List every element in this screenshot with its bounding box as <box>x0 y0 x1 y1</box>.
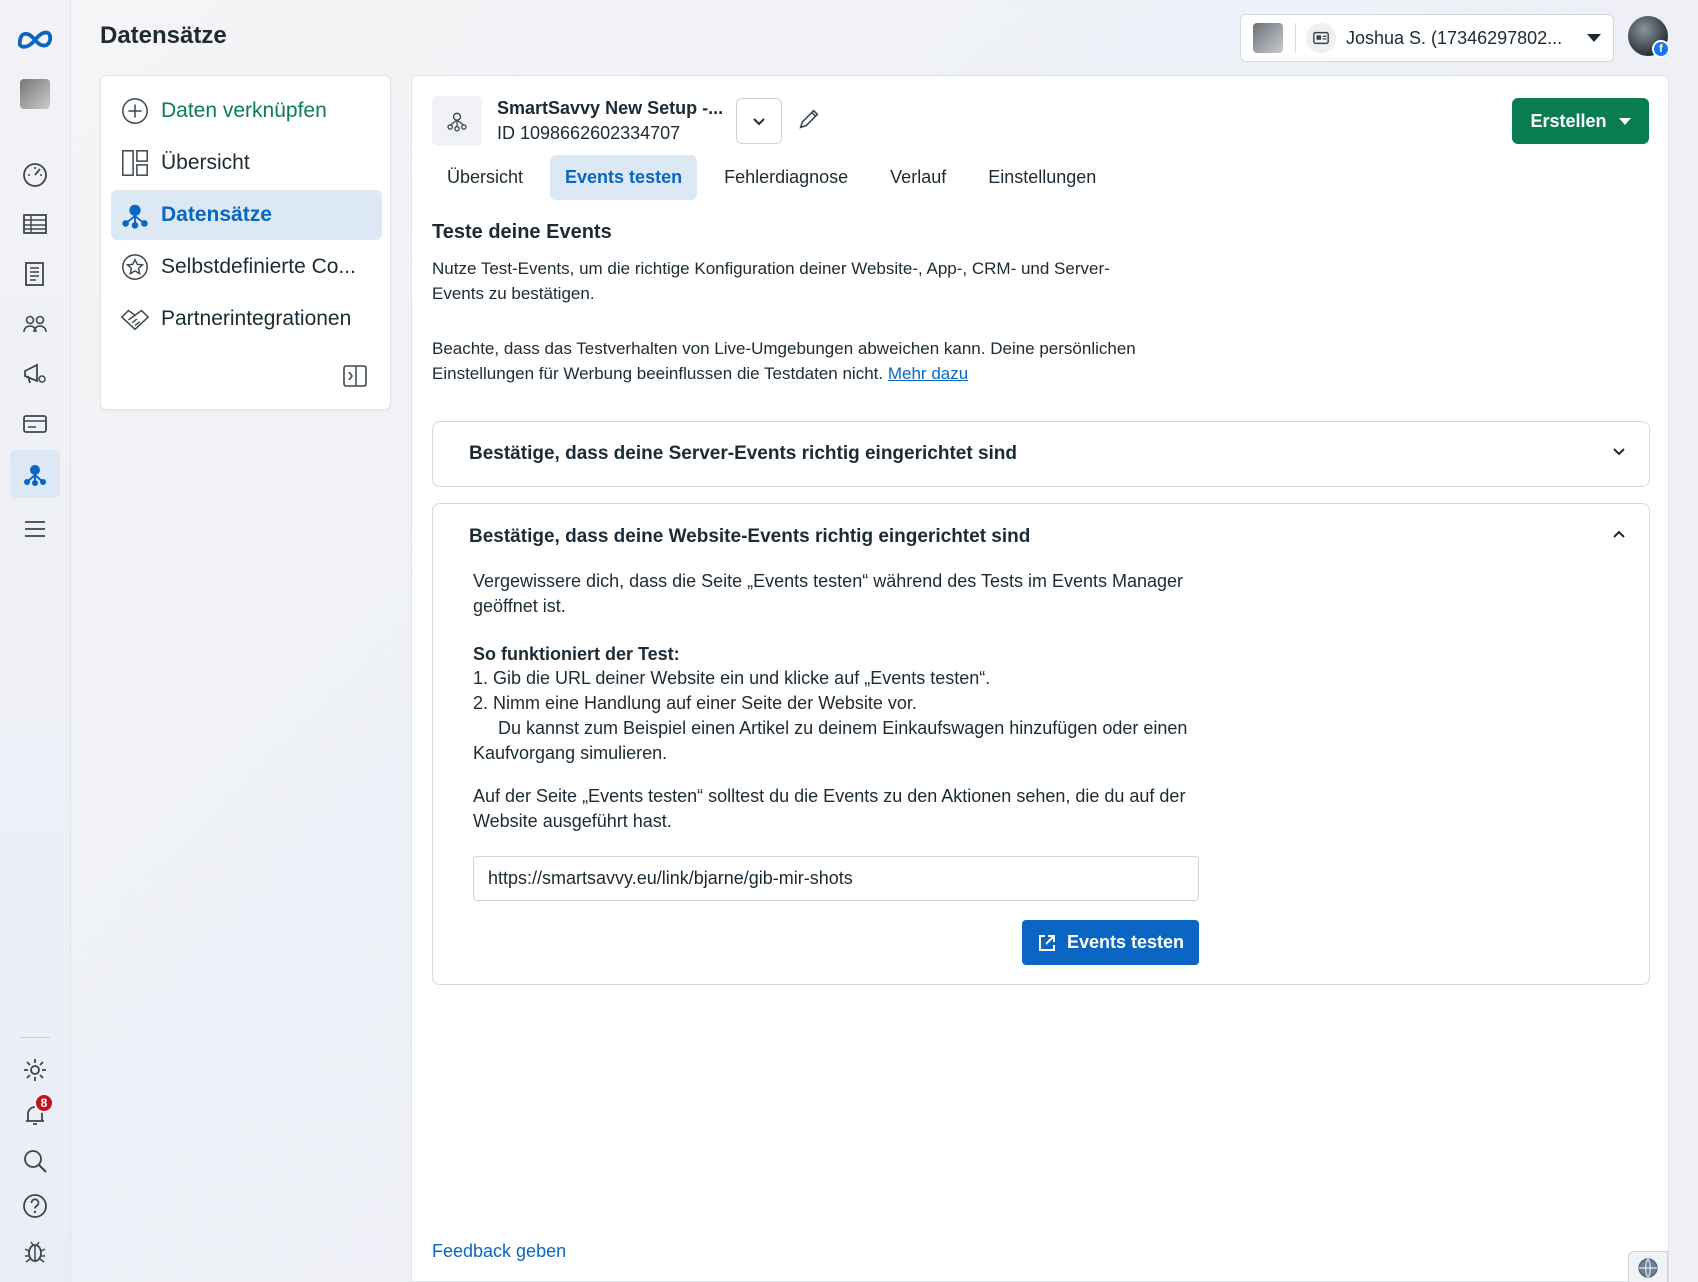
nav-item-datensaetze[interactable]: Datensätze <box>111 190 382 240</box>
tab-einstellungen[interactable]: Einstellungen <box>973 155 1111 200</box>
settings-gear-icon[interactable] <box>10 1046 60 1094</box>
step-1: 1. Gib die URL deiner Website ein und kl… <box>473 668 991 688</box>
caret-down-icon <box>1618 117 1631 125</box>
section-note-text: Beachte, dass das Testverhalten von Live… <box>432 339 1136 383</box>
megaphone-icon[interactable] <box>10 350 60 398</box>
bug-report-icon[interactable] <box>10 1227 60 1275</box>
page-title: Datensätze <box>100 22 227 49</box>
collapse-sidebar-icon[interactable] <box>342 363 368 389</box>
overview-layout-icon <box>119 147 151 179</box>
help-icon[interactable] <box>10 1182 60 1230</box>
chevron-up-icon[interactable] <box>1609 524 1629 544</box>
tab-bar: Übersicht Events testen Fehlerdiagnose V… <box>432 155 1123 200</box>
create-button-label: Erstellen <box>1530 110 1607 131</box>
step-2: 2. Nimm eine Handlung auf einer Seite de… <box>473 693 917 713</box>
website-events-text2: Auf der Seite „Events testen“ solltest d… <box>473 786 1186 831</box>
tab-events-testen[interactable]: Events testen <box>550 155 698 200</box>
accordion-website-events: Bestätige, dass deine Website-Events ric… <box>432 503 1650 985</box>
search-icon[interactable] <box>10 1137 60 1185</box>
rail-divider <box>20 1037 50 1038</box>
events-manager-icon[interactable] <box>10 450 60 498</box>
globe-icon[interactable] <box>1628 1251 1668 1282</box>
nav-item-label: Datensätze <box>161 203 272 226</box>
facebook-badge-icon: f <box>1652 40 1670 58</box>
edit-pencil-icon[interactable] <box>796 106 824 134</box>
notifications-badge: 8 <box>34 1093 54 1113</box>
section-intro: Nutze Test-Events, um die richtige Konfi… <box>432 259 1110 303</box>
menu-icon[interactable] <box>10 505 60 553</box>
account-thumbnail <box>1253 23 1283 53</box>
test-events-button-label: Events testen <box>1066 932 1185 952</box>
notifications-bell-icon[interactable]: 8 <box>10 1091 60 1139</box>
dataset-icon <box>432 96 482 146</box>
website-events-text1: Vergewissere dich, dass die Seite „Event… <box>473 571 1184 616</box>
test-events-button[interactable]: Events testen <box>1022 920 1199 965</box>
table-icon[interactable] <box>10 200 60 248</box>
billing-card-icon[interactable] <box>10 400 60 448</box>
how-it-works-title: So funktioniert der Test: <box>473 644 680 664</box>
section-note: Beachte, dass das Testverhalten von Live… <box>432 336 1152 386</box>
nav-item-uebersicht[interactable]: Übersicht <box>111 138 382 188</box>
nav-item-label: Selbstdefinierte Co... <box>161 255 356 278</box>
meta-logo-icon[interactable] <box>10 14 60 62</box>
account-thumbnail[interactable] <box>10 70 60 118</box>
step-2-detail: Du kannst zum Beispiel einen Artikel zu … <box>473 718 1188 763</box>
accordion-server-title: Bestätige, dass deine Server-Events rich… <box>469 443 1018 464</box>
main-panel: SmartSavvy New Setup -... ID 10986626023… <box>411 75 1669 1282</box>
section-title: Teste deine Events <box>432 221 612 243</box>
nav-item-daten-verknuepfen[interactable]: Daten verknüpfen <box>111 86 382 136</box>
website-url-input[interactable] <box>473 856 1199 901</box>
caret-down-icon <box>1587 34 1601 42</box>
nav-item-label: Partnerintegrationen <box>161 307 352 330</box>
external-link-icon <box>1038 934 1055 951</box>
account-switcher[interactable]: Joshua S. (17346297802... <box>1240 14 1614 62</box>
learn-more-link[interactable]: Mehr dazu <box>888 364 968 383</box>
left-rail: 8 <box>0 0 71 1282</box>
account-separator <box>1295 23 1296 53</box>
tab-verlauf[interactable]: Verlauf <box>875 155 961 200</box>
nav-item-custom-conversions[interactable]: Selbstdefinierte Co... <box>111 242 382 292</box>
business-id-icon <box>1306 23 1336 53</box>
nav-item-label: Daten verknüpfen <box>161 99 327 122</box>
feedback-link[interactable]: Feedback geben <box>432 1241 566 1262</box>
dashboard-icon[interactable] <box>10 150 60 198</box>
create-button[interactable]: Erstellen <box>1512 98 1649 144</box>
handshake-icon <box>119 303 151 335</box>
datasets-icon <box>119 199 151 231</box>
tab-fehlerdiagnose[interactable]: Fehlerdiagnose <box>709 155 863 200</box>
dataset-id: ID 1098662602334707 <box>497 123 681 143</box>
chevron-down-icon[interactable] <box>1609 442 1629 462</box>
star-badge-icon <box>119 251 151 283</box>
dataset-switcher-button[interactable] <box>736 98 782 144</box>
chevron-down-icon <box>753 118 765 126</box>
tab-uebersicht[interactable]: Übersicht <box>432 155 538 200</box>
secondary-nav: Daten verknüpfen Übersicht Datensätze Se… <box>100 75 391 410</box>
nav-item-label: Übersicht <box>161 151 250 174</box>
nav-item-partner-integrations[interactable]: Partnerintegrationen <box>111 294 382 344</box>
plus-circle-icon <box>119 95 151 127</box>
pages-icon[interactable] <box>10 250 60 298</box>
accordion-website-title[interactable]: Bestätige, dass deine Website-Events ric… <box>469 526 1030 548</box>
accordion-server-events[interactable]: Bestätige, dass deine Server-Events rich… <box>432 421 1650 487</box>
account-name: Joshua S. (17346297802... <box>1346 27 1563 48</box>
dataset-name: SmartSavvy New Setup -... <box>497 98 724 118</box>
audiences-icon[interactable] <box>10 300 60 348</box>
